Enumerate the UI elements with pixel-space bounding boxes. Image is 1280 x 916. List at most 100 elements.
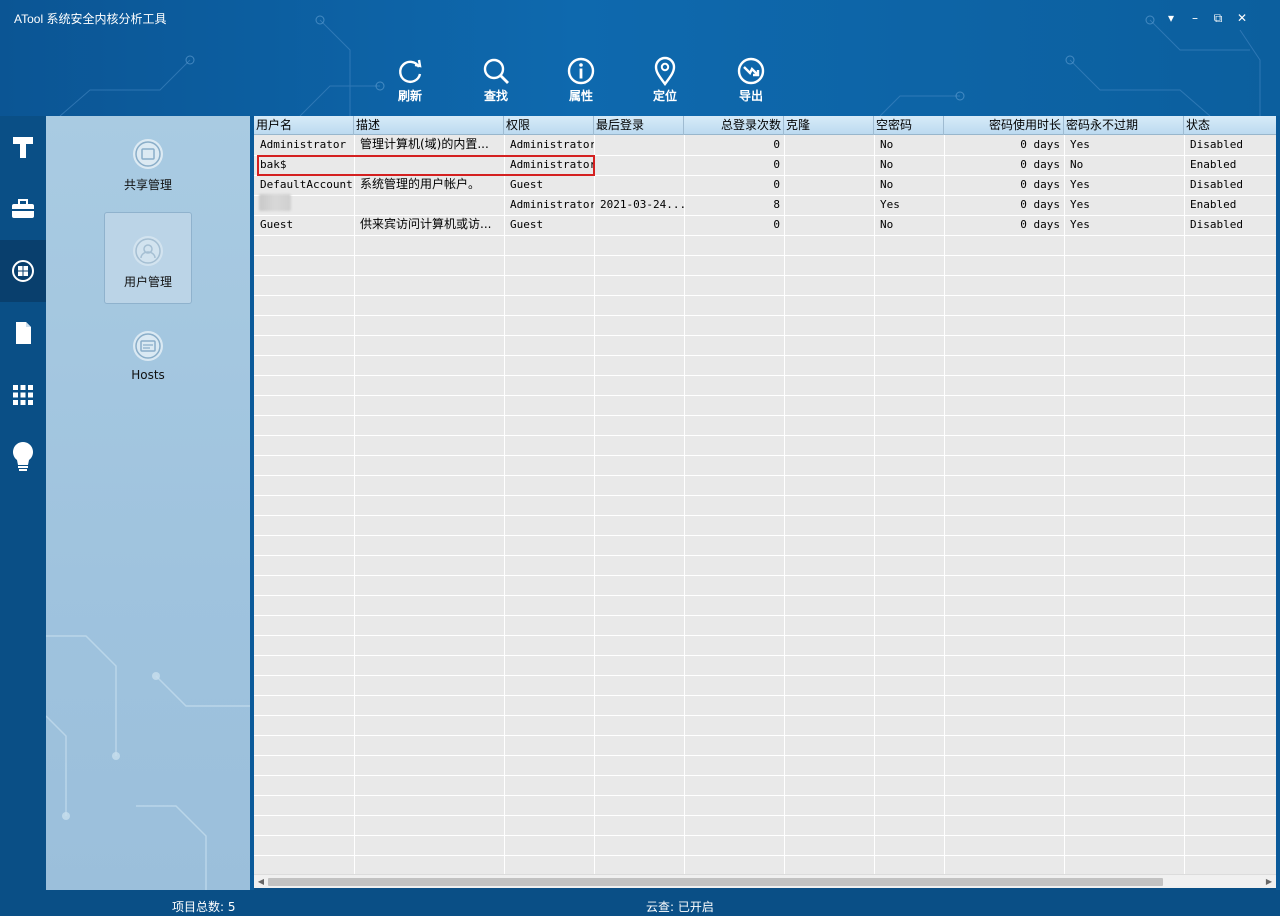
grid-row-line xyxy=(254,375,1276,376)
cell-never-expires: Yes xyxy=(1070,178,1090,191)
cell-password-age: 0 days xyxy=(1020,218,1060,231)
users-grid[interactable]: 用户名 描述 权限 最后登录 总登录次数 克隆 空密码 密码使用时长 密码永不过… xyxy=(254,116,1276,874)
column-header-login-count[interactable]: 总登录次数 xyxy=(684,116,784,135)
status-total-items: 项目总数: 5 xyxy=(172,900,236,914)
column-header-status[interactable]: 状态 xyxy=(1184,116,1276,135)
scroll-right-arrow-icon[interactable]: ▶ xyxy=(1263,876,1275,888)
column-header-last-login[interactable]: 最后登录 xyxy=(594,116,684,135)
grid-row-line xyxy=(254,635,1276,636)
grid-row-line xyxy=(254,515,1276,516)
grid-row-line xyxy=(254,495,1276,496)
column-header-clone[interactable]: 克隆 xyxy=(784,116,874,135)
grid-row-line xyxy=(254,715,1276,716)
cell-login-count: 0 xyxy=(773,178,780,191)
rail-item-documents[interactable] xyxy=(0,302,46,364)
minimize-button[interactable]: – xyxy=(1186,10,1204,26)
horizontal-scrollbar[interactable]: ◀ ▶ xyxy=(254,874,1276,888)
grid-body: Administrator 管理计算机(域)的内置... Administrat… xyxy=(254,135,1276,874)
cell-login-count: 0 xyxy=(773,138,780,151)
grid-row-line xyxy=(254,575,1276,576)
grid-column-line xyxy=(1064,135,1065,874)
menu-dropdown-icon[interactable]: ▾ xyxy=(1162,10,1180,26)
hosts-module-icon xyxy=(133,331,163,361)
cell-clone xyxy=(784,155,874,175)
grid-row-line xyxy=(254,395,1276,396)
search-icon xyxy=(483,58,509,84)
cell-username: DefaultAccount xyxy=(260,178,353,191)
rail-item-apps[interactable] xyxy=(0,364,46,426)
grid-row-line xyxy=(254,275,1276,276)
cell-status: Disabled xyxy=(1190,138,1243,151)
cell-never-expires: No xyxy=(1070,158,1084,171)
column-header-password-never-expires[interactable]: 密码永不过期 xyxy=(1064,116,1184,135)
search-label: 查找 xyxy=(483,89,508,103)
hammer-icon xyxy=(13,137,33,158)
scrollbar-thumb[interactable] xyxy=(268,878,1163,886)
cell-privilege: Guest xyxy=(510,178,544,191)
close-button[interactable]: ✕ xyxy=(1233,10,1251,26)
cell-username: Guest xyxy=(260,218,294,231)
cell-status: Enabled xyxy=(1190,158,1237,171)
rail-item-tips[interactable] xyxy=(0,426,46,488)
cell-last-login xyxy=(594,135,684,155)
left-icon-rail xyxy=(0,116,46,890)
cell-login-count: 8 xyxy=(773,198,780,211)
grid-row-line xyxy=(254,855,1276,856)
grid-header: 用户名 描述 权限 最后登录 总登录次数 克隆 空密码 密码使用时长 密码永不过… xyxy=(254,116,1276,135)
locate-label: 定位 xyxy=(652,89,677,103)
column-header-password-age[interactable]: 密码使用时长 xyxy=(944,116,1064,135)
cell-empty-password: No xyxy=(880,178,894,191)
scroll-left-arrow-icon[interactable]: ◀ xyxy=(255,876,267,888)
cell-clone xyxy=(784,175,874,195)
locate-button[interactable]: 定位 xyxy=(635,56,695,110)
cell-empty-password: Yes xyxy=(880,198,900,211)
table-row[interactable]: Administrator 管理计算机(域)的内置... Administrat… xyxy=(254,135,1276,155)
cell-never-expires: Yes xyxy=(1070,198,1090,211)
title-toolbar-area: ATool 系统安全内核分析工具 ▾ – ⧉ ✕ 刷新 查找 属性 定位 导出 xyxy=(0,0,1280,116)
redacted-username xyxy=(259,194,291,211)
table-row[interactable]: Administrator 2021-03-24... 8 Yes 0 days… xyxy=(254,195,1276,215)
grid-row-line xyxy=(254,475,1276,476)
table-row[interactable]: Guest 供来宾访问计算机或访... Guest 0 No 0 days Ye… xyxy=(254,215,1276,235)
cell-privilege: Administrator xyxy=(510,198,594,211)
grid-row-line xyxy=(254,675,1276,676)
cell-clone xyxy=(784,195,874,215)
properties-button[interactable]: 属性 xyxy=(551,56,611,110)
rail-item-windows[interactable] xyxy=(0,240,46,302)
refresh-button[interactable]: 刷新 xyxy=(380,56,440,110)
properties-label: 属性 xyxy=(568,89,593,103)
cell-empty-password: No xyxy=(880,158,894,171)
cell-password-age: 0 days xyxy=(1020,178,1060,191)
cell-description: 系统管理的用户帐户。 xyxy=(360,177,481,191)
cell-status: Disabled xyxy=(1190,178,1243,191)
grid-column-line xyxy=(1184,135,1185,874)
module-hosts[interactable]: Hosts xyxy=(104,328,192,420)
grid-row-line xyxy=(254,755,1276,756)
export-icon xyxy=(737,57,765,85)
grid-row-line xyxy=(254,695,1276,696)
module-user-management[interactable]: 用户管理 xyxy=(104,212,192,304)
cell-never-expires: Yes xyxy=(1070,138,1090,151)
column-header-empty-password[interactable]: 空密码 xyxy=(874,116,944,135)
restore-button[interactable]: ⧉ xyxy=(1209,10,1227,26)
user-module-icon xyxy=(133,236,163,266)
grid-row-line xyxy=(254,535,1276,536)
lightbulb-icon xyxy=(13,442,33,471)
rail-item-tools[interactable] xyxy=(0,116,46,178)
rail-item-toolbox[interactable] xyxy=(0,178,46,240)
column-header-username[interactable]: 用户名 xyxy=(254,116,354,135)
search-button[interactable]: 查找 xyxy=(466,56,526,110)
status-cloud-check: 云查: 已开启 xyxy=(646,900,714,914)
location-icon xyxy=(654,56,676,86)
grid-column-line xyxy=(874,135,875,874)
cell-last-login xyxy=(594,175,684,195)
windows-icon xyxy=(12,260,34,282)
export-button[interactable]: 导出 xyxy=(721,56,781,110)
grid-row-line xyxy=(254,335,1276,336)
table-row[interactable]: DefaultAccount 系统管理的用户帐户。 Guest 0 No 0 d… xyxy=(254,175,1276,195)
grid-row-line xyxy=(254,795,1276,796)
toolbox-icon xyxy=(12,199,34,218)
column-header-privilege[interactable]: 权限 xyxy=(504,116,594,135)
module-label: 共享管理 xyxy=(123,178,172,192)
column-header-description[interactable]: 描述 xyxy=(354,116,504,135)
